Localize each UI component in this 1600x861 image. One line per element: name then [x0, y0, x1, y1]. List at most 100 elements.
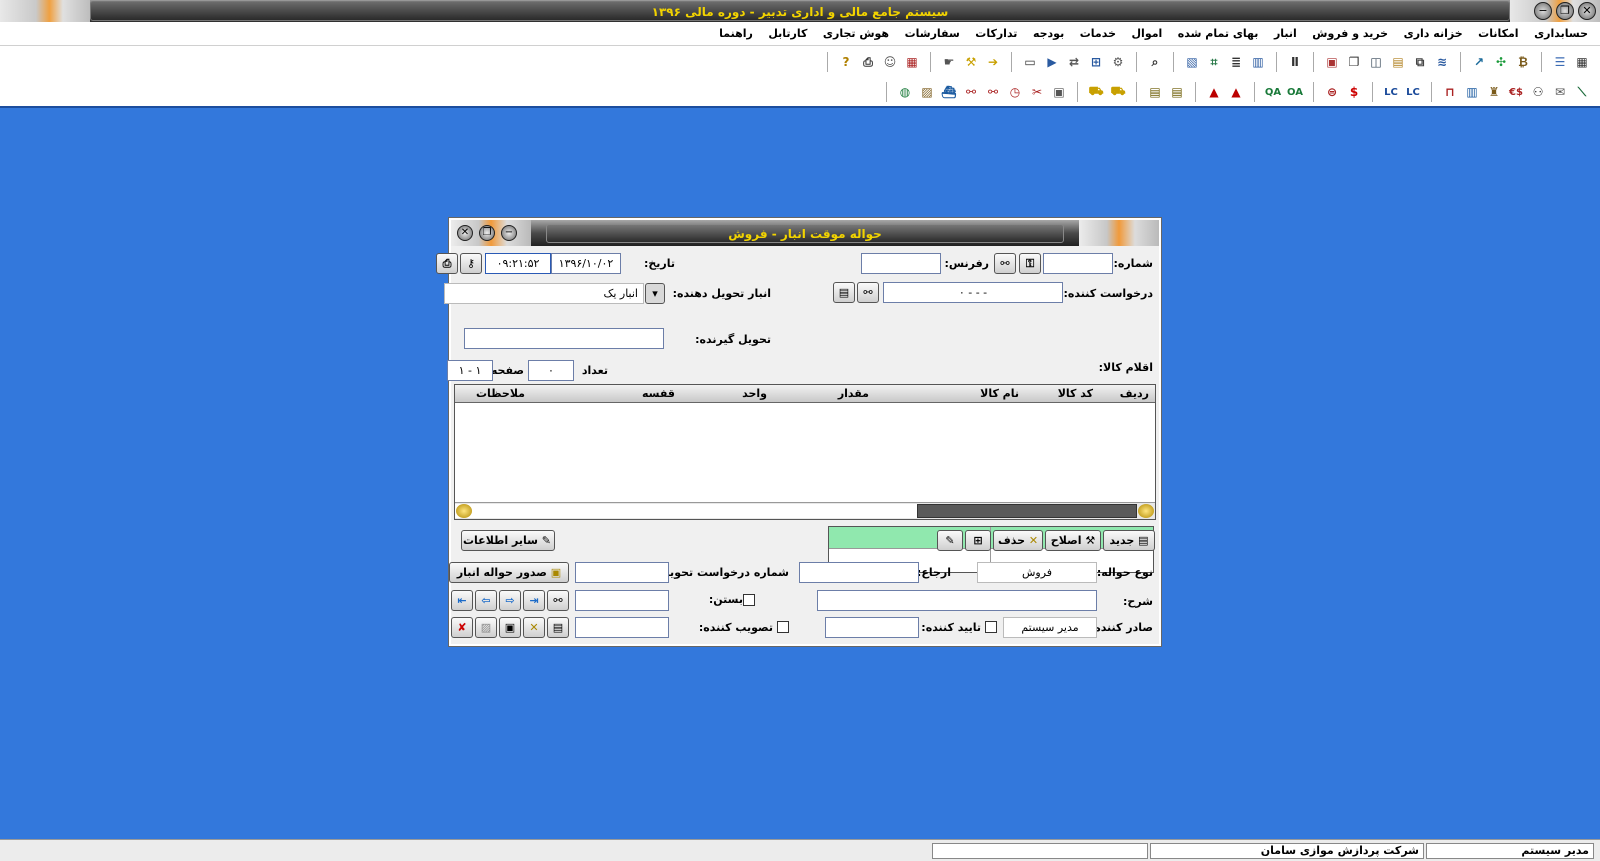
menu-help[interactable]: راهنما	[713, 22, 759, 46]
letter-a2-icon[interactable]: ▲	[1204, 82, 1224, 102]
window-restore-icon[interactable]: ❐	[479, 225, 495, 241]
window-title-bar[interactable]: حواله موقت انبار - فروش ✕ ❐ −	[451, 220, 1159, 246]
col-unit[interactable]: واحد	[742, 386, 767, 402]
structure-icon[interactable]: ⊞	[965, 530, 991, 551]
tool-icon[interactable]: ⚒	[961, 52, 981, 72]
col-row[interactable]: ردیف	[1120, 386, 1149, 402]
books-icon[interactable]: ▥	[1462, 82, 1482, 102]
save-icon[interactable]: ▣	[499, 617, 521, 638]
transfer-icon[interactable]: ⇄	[1064, 52, 1084, 72]
chart-line-icon[interactable]: ⟋	[1572, 82, 1592, 102]
minimize-icon[interactable]: −	[1534, 2, 1552, 20]
tree-nodes-icon[interactable]: ✣	[1491, 52, 1511, 72]
date-field[interactable]: ۱۳۹۶/۱۰/۰۲	[551, 253, 621, 274]
monitor-icon[interactable]: ▭	[1020, 52, 1040, 72]
ship-icon[interactable]: ⛴	[939, 82, 959, 102]
ledger-icon[interactable]: ▤	[1167, 82, 1187, 102]
description-field[interactable]	[817, 590, 1097, 611]
cancel-edit-icon[interactable]: ✕	[523, 617, 545, 638]
scroll-right-icon[interactable]	[1138, 504, 1154, 518]
scroll-track[interactable]	[455, 504, 917, 518]
attach-icon[interactable]: ✎	[937, 530, 963, 551]
layers-icon[interactable]: ≋	[1432, 52, 1452, 72]
pin-icon[interactable]: LC	[1381, 82, 1401, 102]
picture-icon[interactable]: ▧	[1182, 52, 1202, 72]
text-oa-icon[interactable]: OA	[1285, 82, 1305, 102]
ratifier-field[interactable]	[575, 617, 669, 638]
menu-accounting[interactable]: حسابداری	[1528, 22, 1594, 46]
arrow-icon[interactable]: ➔	[983, 52, 1003, 72]
person-money-icon[interactable]: ♜	[1484, 82, 1504, 102]
next-record-icon[interactable]: ⇨	[499, 590, 521, 611]
col-notes[interactable]: ملاحظات	[476, 386, 525, 402]
edit-button[interactable]: ⚒ اصلاح	[1045, 530, 1101, 551]
lock-key-icon[interactable]: ⚷	[460, 253, 482, 274]
return-field[interactable]	[799, 562, 919, 583]
binoculars-search-icon[interactable]: ⚯	[994, 253, 1016, 274]
menu-orders[interactable]: سفارشات	[899, 22, 966, 46]
close-field[interactable]	[575, 590, 669, 611]
copy-icon[interactable]: ⧉	[1410, 52, 1430, 72]
hand-icon[interactable]: ☛	[939, 52, 959, 72]
col-item-code[interactable]: کد کالا	[1058, 386, 1093, 402]
first-record-icon[interactable]: ⇤	[451, 590, 473, 611]
window-minimize-icon[interactable]: −	[501, 225, 517, 241]
coin-icon[interactable]: ⊜	[1322, 82, 1342, 102]
requester-search-icon[interactable]: ⚯	[857, 282, 879, 303]
approver-checkbox[interactable]	[985, 621, 997, 633]
new-button[interactable]: ▤ جدید	[1103, 530, 1155, 551]
warehouse-dropdown-icon[interactable]: ▾	[645, 283, 665, 304]
menu-treasury[interactable]: خزانه داری	[1398, 22, 1469, 46]
other-info-button[interactable]: ✎ سایر اطلاعات	[461, 530, 555, 551]
find-icon[interactable]: ⚯	[547, 590, 569, 611]
col-shelf[interactable]: قفسه	[642, 386, 675, 402]
grid-horizontal-scrollbar[interactable]	[455, 502, 1155, 519]
time-field[interactable]: ۰۹:۲۱:۵۲	[485, 253, 551, 274]
truck-icon[interactable]: ⛟	[1108, 82, 1128, 102]
type-field[interactable]: فروش	[977, 562, 1097, 583]
stacked-windows-icon[interactable]: ❐	[1344, 52, 1364, 72]
document-list-icon[interactable]: ☰	[1550, 52, 1570, 72]
network-icon[interactable]: ⊞	[1086, 52, 1106, 72]
scroll-thumb[interactable]	[917, 504, 1137, 518]
frame-icon[interactable]: ⌗	[1204, 52, 1224, 72]
chart-up-icon[interactable]: ↗	[1469, 52, 1489, 72]
col-item-name[interactable]: نام کالا	[980, 386, 1019, 402]
menu-business-intelligence[interactable]: هوش تجاری	[817, 22, 895, 46]
grid-icon[interactable]: ▦	[1572, 52, 1592, 72]
box-icon[interactable]: ▣	[1049, 82, 1069, 102]
close-checkbox[interactable]	[743, 594, 755, 606]
id-card-icon[interactable]: ▨	[917, 82, 937, 102]
delivery-request-field[interactable]	[575, 562, 669, 583]
money-bag-icon[interactable]: ₿	[1513, 52, 1533, 72]
letter-a-icon[interactable]: ▲	[1226, 82, 1246, 102]
table-icon[interactable]: Ⅱ	[1285, 52, 1305, 72]
restore-icon[interactable]: ❐	[1556, 2, 1574, 20]
last-record-icon[interactable]: ⇥	[523, 590, 545, 611]
menu-procurement[interactable]: تدارکات	[969, 22, 1023, 46]
menu-cost[interactable]: بهای تمام شده	[1172, 22, 1265, 46]
mail-icon[interactable]: ✉	[1550, 82, 1570, 102]
new-record-icon[interactable]: ▤	[547, 617, 569, 638]
folder-icon[interactable]: ▤	[1388, 52, 1408, 72]
delete-button[interactable]: ✕ حذف	[993, 530, 1043, 551]
window-printer-icon[interactable]: ⎙	[436, 253, 458, 274]
bookmark-icon[interactable]: ▣	[1322, 52, 1342, 72]
dollar-icon[interactable]: $	[1344, 82, 1364, 102]
graph-icon[interactable]: ⚇	[1528, 82, 1548, 102]
text-qa-icon[interactable]: QA	[1263, 82, 1283, 102]
warehouse-field[interactable]: انبار یک	[444, 283, 644, 304]
scroll-left-icon[interactable]	[456, 504, 472, 518]
gear-document-icon[interactable]: ⚙	[1108, 52, 1128, 72]
close-form-icon[interactable]: ✘	[451, 617, 473, 638]
video-icon[interactable]: ▶	[1042, 52, 1062, 72]
help-icon[interactable]: ?	[836, 52, 856, 72]
menu-warehouse[interactable]: انبار	[1268, 22, 1303, 46]
close-icon[interactable]: ✕	[1578, 2, 1596, 20]
ratifier-checkbox[interactable]	[777, 621, 789, 633]
requester-document-icon[interactable]: ▤	[833, 282, 855, 303]
receiver-field[interactable]	[464, 328, 664, 349]
text-lc-icon[interactable]: LC	[1403, 82, 1423, 102]
red-binoculars-icon[interactable]: ⚯	[961, 82, 981, 102]
menu-facilities[interactable]: امکانات	[1472, 22, 1524, 46]
